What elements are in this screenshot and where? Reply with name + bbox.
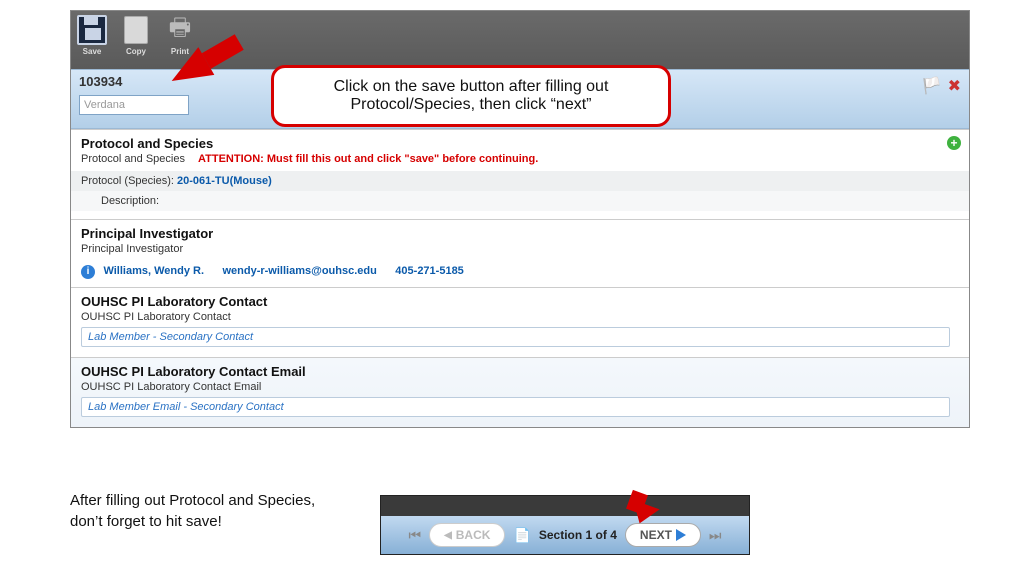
section-lab-contact-email: OUHSC PI Laboratory Contact Email OUHSC … xyxy=(71,357,969,427)
pi-title: Principal Investigator xyxy=(81,226,959,241)
description-row: Description: xyxy=(71,191,969,211)
nav-bar: ⏮ ◀ BACK 📄 Section 1 of 4 NEXT ⏭ xyxy=(381,516,749,554)
callout-line2: Protocol/Species, then click “next” xyxy=(290,96,652,114)
section-pi: Principal Investigator Principal Investi… xyxy=(71,219,969,287)
callout-line1: Click on the save button after filling o… xyxy=(290,78,652,96)
copy-label: Copy xyxy=(126,47,146,56)
pi-sub: Principal Investigator xyxy=(81,243,959,255)
desc-label: Description: xyxy=(101,195,159,207)
app-window: Save Copy 🖶 Print 103934 🏳️ ✖ Click on t… xyxy=(70,10,970,428)
save-label: Save xyxy=(83,47,102,56)
ps-sub-text: Protocol and Species xyxy=(81,153,185,165)
labe-title: OUHSC PI Laboratory Contact Email xyxy=(81,364,959,379)
header-right-icons: 🏳️ ✖ xyxy=(922,76,961,96)
ps-attention: ATTENTION: Must fill this out and click … xyxy=(198,153,538,165)
bottom-nav: ⏮ ◀ BACK 📄 Section 1 of 4 NEXT ⏭ xyxy=(380,495,750,555)
pi-record-row: i Williams, Wendy R. wendy-r-williams@ou… xyxy=(81,261,959,279)
info-icon[interactable]: i xyxy=(81,265,95,279)
pi-email-link[interactable]: wendy-r-williams@ouhsc.edu xyxy=(222,265,376,277)
ps-sub: Protocol and Species ATTENTION: Must fil… xyxy=(81,153,959,165)
lab-contact-email-input[interactable] xyxy=(81,397,950,417)
font-select[interactable] xyxy=(79,95,189,115)
caption: After filling out Protocol and Species, … xyxy=(70,490,330,532)
add-icon[interactable]: + xyxy=(947,136,961,150)
next-button[interactable]: NEXT xyxy=(625,523,701,547)
pi-phone-link[interactable]: 405-271-5185 xyxy=(395,265,464,277)
protocol-row: Protocol (Species): 20-061-TU(Mouse) xyxy=(71,171,969,191)
labc-title: OUHSC PI Laboratory Contact xyxy=(81,294,959,309)
section-protocol-species: + Protocol and Species Protocol and Spec… xyxy=(71,129,969,219)
lab-contact-input[interactable] xyxy=(81,327,950,347)
proto-value-link[interactable]: 20-061-TU(Mouse) xyxy=(177,175,272,187)
save-icon xyxy=(77,15,107,45)
proto-label: Protocol (Species): xyxy=(81,175,174,187)
last-button[interactable]: ⏭ xyxy=(709,527,722,544)
pi-name-link[interactable]: Williams, Wendy R. xyxy=(103,265,204,277)
copy-icon xyxy=(121,15,151,45)
back-label: BACK xyxy=(456,528,491,542)
save-button[interactable]: Save xyxy=(77,15,107,56)
next-label: NEXT xyxy=(640,528,672,542)
ps-title: Protocol and Species xyxy=(81,136,959,151)
copy-button[interactable]: Copy xyxy=(121,15,151,56)
flag-icon[interactable]: 🏳️ xyxy=(922,76,942,96)
print-icon: 🖶 xyxy=(165,15,195,45)
print-button[interactable]: 🖶 Print xyxy=(165,15,195,56)
page-icon: 📄 xyxy=(513,527,530,544)
delete-icon[interactable]: ✖ xyxy=(948,76,961,96)
instruction-callout: Click on the save button after filling o… xyxy=(271,65,671,127)
section-lab-contact: OUHSC PI Laboratory Contact OUHSC PI Lab… xyxy=(71,287,969,357)
labc-sub: OUHSC PI Laboratory Contact xyxy=(81,311,959,323)
first-button[interactable]: ⏮ xyxy=(408,527,421,544)
back-button[interactable]: ◀ BACK xyxy=(429,523,505,547)
section-indicator: Section 1 of 4 xyxy=(539,528,617,542)
labe-sub: OUHSC PI Laboratory Contact Email xyxy=(81,381,959,393)
next-arrow-icon xyxy=(676,529,686,541)
